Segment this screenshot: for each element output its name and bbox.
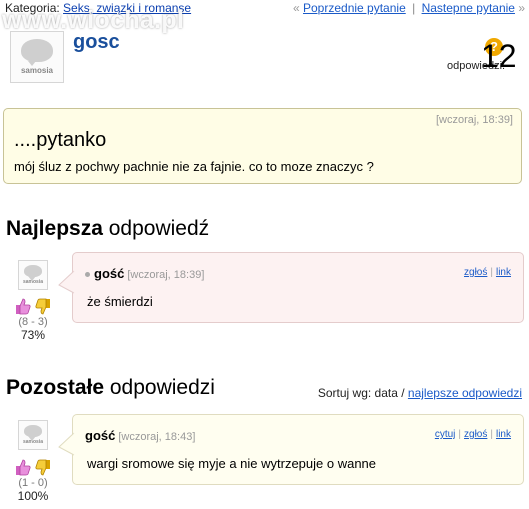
action-separator: |: [490, 267, 493, 278]
answer-author[interactable]: gość: [94, 266, 124, 281]
sort-label: Sortuj wg: data /: [317, 386, 405, 400]
vote-percent: 100%: [17, 489, 49, 503]
speech-tail-icon: [58, 270, 76, 294]
best-answer-heading: Najlepsza odpowiedź: [6, 217, 209, 241]
permalink[interactable]: link: [496, 267, 511, 278]
other-heading-bold: Pozostałe: [6, 376, 105, 399]
best-heading-rest: odpowiedź: [102, 217, 210, 240]
prev-question-link[interactable]: Poprzednie pytanie: [303, 1, 406, 15]
best-answer-box: gość [wczoraj, 18:39] zgłoś | link że śmier…: [58, 252, 524, 323]
answer-header: gość [wczoraj, 18:43]: [85, 428, 195, 443]
answers-number: 12: [481, 38, 517, 74]
report-link[interactable]: zgłoś: [464, 267, 487, 278]
thumb-up-icon[interactable]: [15, 459, 31, 476]
question-navigation: « Poprzednie pytanie | Nastepne pytanie …: [293, 1, 525, 15]
answer-actions: zgłoś | link: [464, 267, 511, 278]
question-time: [wczoraj, 18:39]: [435, 114, 513, 126]
vote-counts: (8 - 3): [18, 316, 48, 328]
permalink[interactable]: link: [496, 429, 511, 440]
status-dot-icon: [85, 272, 90, 278]
speech-tail-icon: [58, 432, 76, 456]
best-heading-bold: Najlepsza: [6, 217, 103, 240]
vote-percent: 73%: [20, 328, 46, 342]
answer-time: [wczoraj, 18:43]: [118, 431, 196, 443]
avatar-icon: [21, 39, 53, 66]
avatar-brand: samosia: [20, 65, 54, 75]
action-separator: |: [490, 429, 493, 440]
asker-name[interactable]: gosc: [73, 31, 120, 54]
quote-link[interactable]: cytuj: [435, 429, 456, 440]
asker-avatar[interactable]: samosia: [10, 31, 64, 83]
answer-author[interactable]: gość: [85, 428, 115, 443]
thumb-down-icon[interactable]: [35, 459, 51, 476]
question-box: [wczoraj, 18:39] ....pytanko mój śluz z …: [3, 84, 522, 184]
vote-counts: (1 - 0): [18, 477, 48, 489]
thumb-down-icon[interactable]: [35, 298, 51, 315]
best-answer-avatar[interactable]: samosia: [18, 260, 48, 290]
report-link[interactable]: zgłoś: [464, 429, 487, 440]
sort-bar: Sortuj wg: data / najlepsze odpowiedzi: [318, 386, 522, 400]
answer-actions: cytuj | zgłoś | link: [435, 429, 511, 440]
other-answer-votes: (1 - 0) 100%: [13, 459, 53, 503]
other-answer-box: gość [wczoraj, 18:43] cytuj | zgłoś | link wa…: [58, 414, 524, 485]
other-answers-heading: Pozostałe odpowiedzi: [6, 376, 215, 400]
nav-separator: |: [412, 1, 416, 15]
answer-time: [wczoraj, 18:39]: [127, 269, 205, 281]
question-title: ....pytanko: [14, 129, 107, 151]
prev-arrow: «: [292, 1, 300, 15]
avatar-icon: [24, 265, 42, 281]
next-arrow: »: [518, 1, 525, 15]
next-question-link[interactable]: Nastepne pytanie: [422, 1, 515, 15]
avatar-icon: [24, 425, 42, 441]
answer-text: że śmierdzi: [87, 294, 153, 309]
sort-best-link[interactable]: najlepsze odpowiedzi: [408, 386, 522, 400]
other-heading-rest: odpowiedzi: [104, 376, 215, 399]
action-separator: |: [458, 429, 462, 440]
other-answer-avatar[interactable]: samosia: [18, 420, 48, 450]
answer-header: gość [wczoraj, 18:39]: [85, 266, 204, 281]
thumb-up-icon[interactable]: [15, 298, 31, 315]
best-answer-votes: (8 - 3) 73%: [13, 298, 53, 342]
answer-text: wargi sromowe się myje a nie wytrzepuje …: [87, 456, 377, 471]
question-body: mój śluz z pochwy pachnie nie za fajnie.…: [14, 159, 374, 174]
